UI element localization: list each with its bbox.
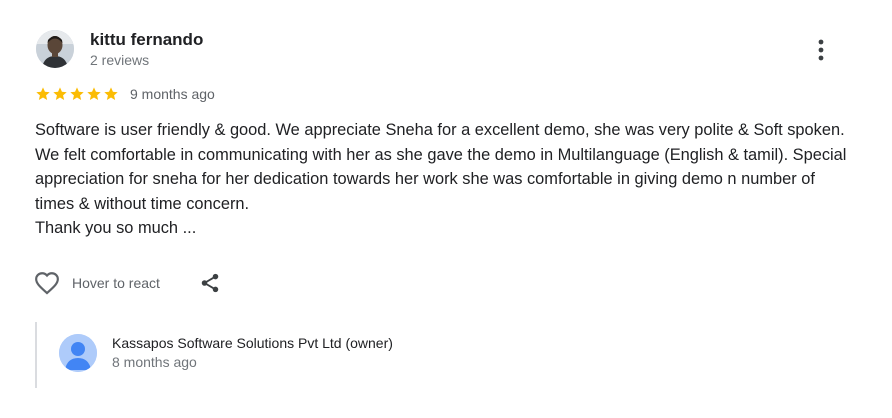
star-icon [87,87,101,100]
star-icon [104,87,118,100]
owner-avatar [59,334,97,372]
review-text: Software is user friendly & good. We app… [35,118,850,241]
default-user-avatar-icon [59,334,97,372]
star-icon [36,87,50,100]
share-icon [201,273,219,293]
share-button[interactable] [198,271,222,295]
review-actions: Hover to react [34,268,222,298]
reviewer-avatar[interactable] [36,30,74,68]
owner-reply-time: 8 months ago [112,354,197,370]
reviewer-review-count: 2 reviews [90,52,150,68]
react-label: Hover to react [72,275,160,291]
review-closing: Thank you so much ... [35,219,197,237]
heart-outline-icon [35,272,59,295]
more-options-button[interactable] [808,36,834,64]
review-time: 9 months ago [130,86,215,102]
star-icon [53,87,67,100]
review-paragraph: Software is user friendly & good. We app… [35,121,847,213]
owner-name: Kassapos Software Solutions Pvt Ltd (own… [112,335,393,351]
owner-reply: Kassapos Software Solutions Pvt Ltd (own… [35,322,837,388]
react-button[interactable]: Hover to react [34,271,160,295]
more-vertical-icon [818,39,824,61]
star-rating [35,86,120,102]
reviewer-name[interactable]: kittu fernando [90,30,203,50]
reviewer-photo-icon [36,30,74,68]
star-icon [70,87,84,100]
rating-row: 9 months ago [35,84,215,104]
review-card: kittu fernando 2 reviews 9 months ago So… [0,0,892,418]
